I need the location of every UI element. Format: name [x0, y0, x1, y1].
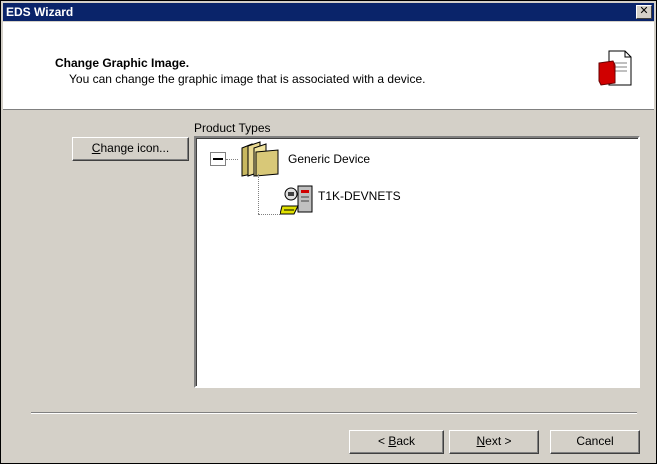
- product-types-label: Product Types: [194, 121, 271, 135]
- cancel-label: Cancel: [576, 434, 614, 448]
- tree-connector: [258, 174, 259, 214]
- wizard-header: Change Graphic Image. You can change the…: [3, 22, 654, 110]
- close-icon: ✕: [639, 5, 649, 17]
- back-label: ack: [396, 434, 416, 448]
- next-mnemonic: N: [476, 434, 486, 448]
- page-subtitle: You can change the graphic image that is…: [69, 72, 426, 86]
- tree-connector: [258, 214, 280, 215]
- footer-divider-highlight: [31, 413, 637, 414]
- title-bar: EDS Wizard ✕: [3, 3, 654, 21]
- next-button[interactable]: Next >: [449, 430, 539, 454]
- change-icon-button[interactable]: Change icon...: [72, 137, 189, 161]
- close-button[interactable]: ✕: [636, 5, 652, 19]
- tree-node-t1k-devnets[interactable]: T1K-DEVNETS: [318, 189, 401, 203]
- page-title: Change Graphic Image.: [55, 56, 190, 70]
- product-types-tree[interactable]: Generic Device T1K-DEVNETS: [194, 136, 640, 388]
- cancel-button[interactable]: Cancel: [550, 430, 640, 454]
- eds-wizard-window: EDS Wizard ✕ Change Graphic Image. You c…: [0, 0, 657, 464]
- next-label: ext >: [485, 434, 512, 448]
- collapse-toggle[interactable]: [210, 152, 226, 166]
- back-prefix: <: [377, 434, 389, 448]
- folder-icon: [241, 141, 279, 177]
- back-button[interactable]: < Back: [349, 430, 444, 454]
- network-device-icon: [280, 185, 313, 215]
- document-icon: [598, 50, 632, 86]
- tree-connector: [226, 159, 238, 160]
- change-icon-label: hange icon...: [100, 141, 170, 155]
- tree-node-generic-device[interactable]: Generic Device: [288, 152, 370, 166]
- window-title: EDS Wizard: [6, 5, 74, 19]
